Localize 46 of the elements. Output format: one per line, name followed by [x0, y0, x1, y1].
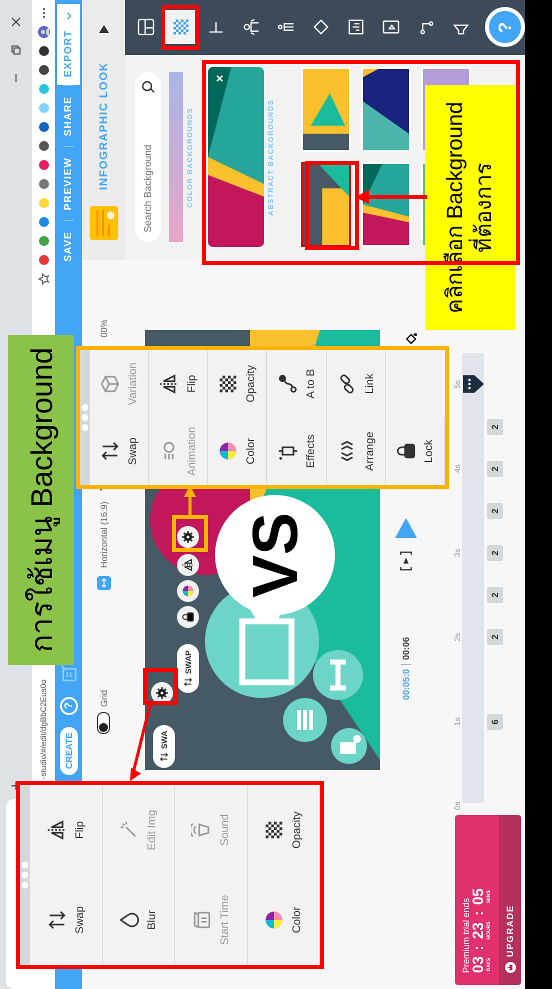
annotation-tooltip: คลิกเลือก Background ที่ต้องการ	[425, 85, 515, 330]
clip-marker[interactable]: 2	[487, 587, 503, 603]
menu-item[interactable]: Blur	[102, 875, 175, 965]
format-dropdown[interactable]: Horizontal (16:9)	[98, 501, 108, 568]
timer-separator: :	[471, 946, 486, 950]
total-time: 00:06	[401, 636, 411, 660]
time-tick-label: 5s	[453, 380, 462, 389]
clip-marker[interactable]: 6	[487, 714, 503, 730]
menu-item[interactable]: Color	[208, 418, 268, 485]
menu-item[interactable]: Link	[326, 350, 386, 418]
timer-value: 03	[471, 956, 486, 973]
menu-item[interactable]: Lock	[386, 418, 445, 485]
timer-value: 23	[471, 922, 486, 939]
url-text[interactable]: -studio/#/edit/dgBbC2Eus0o	[39, 679, 48, 779]
grid-label: Grid	[98, 690, 108, 707]
menu-item[interactable]: Flip	[30, 785, 102, 875]
menu-item[interactable]: Effects	[267, 418, 327, 485]
current-time: 00:05:0	[401, 668, 411, 700]
trial-title: Premium trial ends	[461, 898, 471, 973]
menu-item[interactable]: A to B	[267, 350, 327, 418]
menu-item[interactable]: Swap	[30, 875, 102, 965]
upgrade-button[interactable]: UPGRADE	[499, 815, 521, 985]
zoom-level[interactable]: 00%	[98, 319, 108, 338]
timer-value: 05	[471, 888, 486, 905]
menu-item[interactable]: Arrange	[326, 418, 386, 485]
time-tick-label: 3s	[453, 548, 462, 558]
current-background[interactable]: ×	[208, 68, 264, 248]
timer-separator: :	[471, 910, 486, 916]
clip-marker[interactable]: 2	[487, 419, 503, 435]
time-tick-label: 0s	[453, 802, 462, 810]
menu-item[interactable]: Color	[248, 875, 320, 965]
clip-marker[interactable]: 2	[487, 503, 503, 519]
annotation-title: การใช้เมนู Background	[8, 335, 74, 665]
remove-background-button[interactable]: ×	[213, 72, 227, 86]
time-tick-label: 4s	[453, 464, 462, 473]
menu-item[interactable]: Opacity	[208, 350, 268, 418]
time-tick-label: 2s	[453, 632, 462, 642]
menu-item[interactable]: Flip	[149, 350, 208, 418]
search-field[interactable]: Search Background	[135, 72, 161, 242]
time-tick-label: 1s	[453, 717, 462, 726]
clip-marker[interactable]: 2	[487, 629, 503, 645]
menu-item[interactable]: Opacity	[248, 785, 320, 875]
clip-marker[interactable]: 2	[487, 545, 503, 561]
menu-item[interactable]: Swap	[90, 418, 150, 485]
clip-marker[interactable]: 2	[487, 461, 503, 477]
swap-button[interactable]: SWAP	[177, 644, 199, 693]
